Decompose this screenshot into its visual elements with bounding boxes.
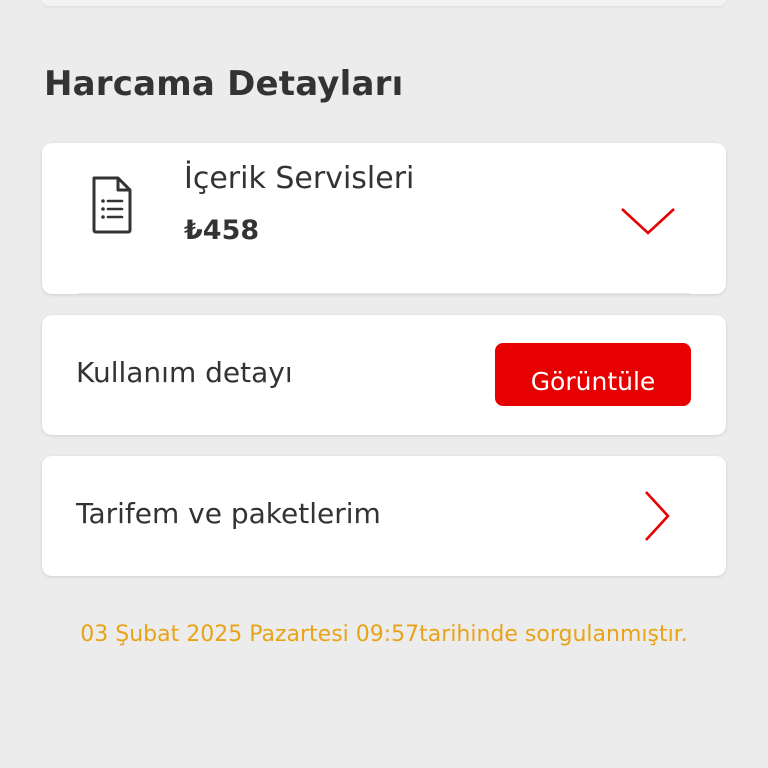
usage-detail-card: Kullanım detayı Görüntüle	[42, 315, 726, 435]
page-title: Harcama Detayları	[44, 64, 404, 104]
view-button-label: Görüntüle	[530, 367, 656, 396]
query-timestamp: 03 Şubat 2025 Pazartesi 09:57tarihinde s…	[80, 622, 688, 647]
card-divider	[78, 293, 690, 294]
previous-card-edge	[42, 0, 726, 6]
service-amount: ₺458	[184, 215, 260, 246]
spending-category-card[interactable]: İçerik Servisleri ₺458	[42, 143, 726, 294]
view-button[interactable]: Görüntüle	[495, 343, 691, 406]
chevron-right-icon[interactable]	[642, 490, 672, 542]
document-list-icon	[92, 176, 132, 234]
tariff-packages-label: Tarifem ve paketlerim	[76, 497, 381, 530]
service-name: İçerik Servisleri	[184, 161, 415, 196]
tariff-packages-card[interactable]: Tarifem ve paketlerim	[42, 456, 726, 576]
usage-detail-label: Kullanım detayı	[76, 356, 293, 389]
chevron-down-icon[interactable]	[620, 205, 676, 237]
